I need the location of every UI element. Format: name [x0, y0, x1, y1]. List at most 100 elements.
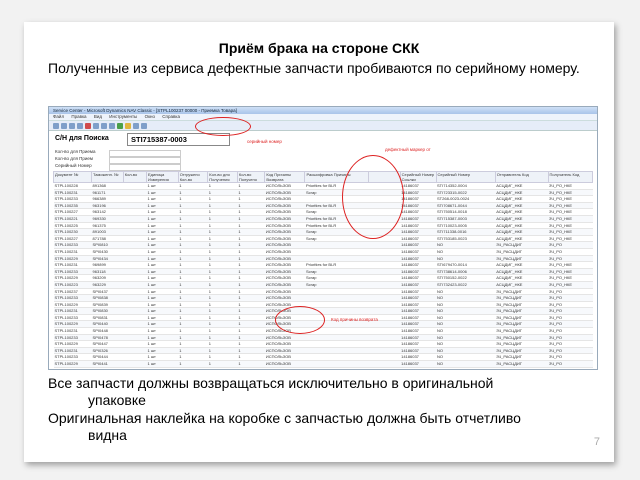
search-row: С/Н для Поиска STI715387-0003 серийный н… [49, 131, 597, 149]
table-row[interactable]: STPL100229 SPI0434 1 шт 1 1 1 ИСПОЛЬЗОВ 1418603… [53, 255, 593, 263]
table-cell: Scrap [304, 268, 369, 276]
column-header[interactable]: Отгружено Кол-во [177, 171, 209, 183]
sort-icon[interactable] [133, 122, 139, 129]
column-header[interactable]: Код Причины Возврата [264, 171, 306, 183]
table-cell [123, 288, 147, 296]
table-cell: NO [436, 367, 496, 369]
table-row[interactable]: STPL100229 963209 1 шт 1 1 1 ИСПОЛЬЗОВ Scrap 141… [53, 274, 593, 282]
column-header[interactable]: Кол-во для Получения [207, 171, 238, 183]
menu-tools[interactable]: Инструменты [109, 114, 137, 119]
table-row[interactable]: STPL100231 SPI0326 1 шт 1 1 1 ИСПОЛЬЗОВ 1418603… [53, 347, 593, 355]
table-row[interactable]: STPL100228 891368 1 шт 1 1 1 ИСПОЛЬЗОВ Prioriti… [53, 182, 593, 190]
table-row[interactable]: STPL100225 961375 1 шт 1 1 1 ИСПОЛЬЗОВ Prioriti… [53, 222, 593, 230]
table-cell: 1 шт [146, 241, 179, 249]
menu-window[interactable]: Окно [145, 114, 155, 119]
open-icon[interactable] [61, 122, 67, 129]
table-cell: 1 шт [146, 334, 179, 342]
paste-icon[interactable] [109, 122, 115, 129]
table-cell: 1 [178, 281, 208, 289]
column-header[interactable]: Кол-во [122, 171, 148, 183]
form-label: Кол-во для Прием [55, 156, 94, 161]
table-row[interactable]: STPL100233 SPI0478 1 шт 1 1 1 ИСПОЛЬЗОВ 1418603… [53, 334, 593, 342]
table-row[interactable]: STPL100233 963118 1 шт 1 1 1 ИСПОЛЬЗОВ Scrap 141… [53, 268, 593, 276]
column-header[interactable]: Отправитель Код [494, 171, 549, 183]
table-cell: ЗЧ_РО [548, 294, 593, 302]
table-row[interactable]: STPL100233 SPI0810 1 шт 1 1 1 ИСПОЛЬЗОВ 1418603… [53, 241, 593, 249]
receipt-grid: Документ № Таможенн. № Кол-во Единица Измер… [52, 171, 594, 369]
table-row[interactable]: STPL100237 SPI0437 1 шт 1 1 1 ИСПОЛЬЗОВ 1418603… [53, 288, 593, 296]
table-cell: SPI0437 [91, 288, 124, 296]
table-row[interactable]: STPL100227 963142 1 шт 1 1 1 ИСПОЛЬЗОВ Scrap 141… [53, 208, 593, 216]
menu-edit[interactable]: Правка [71, 114, 86, 119]
table-cell: ЗЧ_РАСЦДИГ [495, 347, 549, 355]
column-header[interactable]: Получатель Код [547, 171, 594, 183]
table-row[interactable]: STPL100233 SPI0444 1 шт 1 1 1 ИСПОЛЬЗОВ 1418603… [53, 353, 593, 362]
table-cell: STPL100231 [53, 261, 92, 269]
table-cell [368, 255, 401, 263]
column-header[interactable]: Серийный Номер Ссылки [399, 171, 437, 183]
table-cell [123, 367, 147, 369]
column-header[interactable]: Документ № [52, 171, 93, 183]
table-cell: NO [436, 307, 496, 315]
table-row[interactable]: STPL100230 891003 1 шт 1 1 1 ИСПОЛЬЗОВ Scrap 141… [53, 228, 593, 236]
column-header[interactable]: Кол-во Получено [236, 171, 266, 183]
table-row[interactable]: STPL100229 SPI0839 1 шт 1 1 1 ИСПОЛЬЗОВ 1418603… [53, 301, 593, 309]
table-cell: STPL100231 [53, 307, 92, 315]
cut-icon[interactable] [93, 122, 99, 129]
slide-title: Приём брака на стороне СКК [218, 40, 420, 56]
table-row[interactable]: STPL100231SPI07171 шт111ИСПОЛЬЗОВ1418603… [53, 367, 593, 369]
table-row[interactable]: STPL100231 SPI0830 1 шт 1 1 1 ИСПОЛЬЗОВ 1418603… [53, 307, 593, 315]
table-cell: 1 [237, 360, 265, 368]
table-row[interactable]: STPL100231 SPI0430 1 шт 1 1 1 ИСПОЛЬЗОВ 1418603… [53, 248, 593, 256]
table-cell: 1 [178, 215, 208, 223]
table-cell: 963196 [91, 202, 124, 210]
menu-view[interactable]: Вид [94, 114, 102, 119]
table-cell: STPL100233 [53, 268, 92, 276]
table-cell: 1 [237, 334, 265, 342]
table-cell: ЗЧ_РО [548, 340, 593, 348]
table-cell [368, 268, 401, 276]
table-row[interactable]: STPL100229 SPI0441 1 шт 1 1 1 ИСПОЛЬЗОВ 1418603… [53, 360, 593, 368]
menu-file[interactable]: Файл [53, 114, 64, 119]
table-row[interactable]: STPL100221 969330 1 шт 1 1 1 ИСПОЛЬЗОВ Prioriti… [53, 215, 593, 223]
find-icon[interactable] [125, 122, 131, 129]
filter-icon[interactable] [117, 122, 123, 129]
table-row[interactable]: STPL100233 966389 1 шт 1 1 1 ИСПОЛЬЗОВ 14186037… [53, 195, 593, 203]
table-cell [304, 301, 369, 309]
print-icon[interactable] [77, 122, 83, 129]
delete-icon[interactable] [85, 122, 91, 129]
new-icon[interactable] [53, 122, 59, 129]
table-cell: 1 шт [146, 301, 179, 309]
column-header[interactable]: Таможенн. № [91, 171, 124, 183]
table-row[interactable]: STPL100229 SPI0447 1 шт 1 1 1 ИСПОЛЬЗОВ 1418603… [53, 340, 593, 348]
table-row[interactable]: STPL100231 SPI0448 1 шт 1 1 1 ИСПОЛЬЗОВ 1418603… [53, 327, 593, 335]
table-row[interactable]: STPL100231 961171 1 шт 1 1 1 ИСПОЛЬЗОВ Scrap 141… [53, 189, 593, 197]
table-cell [368, 274, 401, 282]
table-cell: STPL100227 [53, 235, 92, 243]
table-cell: ЗЧ_РО [548, 334, 593, 342]
save-icon[interactable] [69, 122, 75, 129]
table-row[interactable]: STPL100233 SPI0838 1 шт 1 1 1 ИСПОЛЬЗОВ 1418603… [53, 294, 593, 302]
table-cell: 1 [178, 235, 208, 243]
table-cell [368, 367, 401, 369]
table-cell: 1 [207, 215, 238, 223]
table-row[interactable]: STPL100227 871788 1 шт 1 1 1 ИСПОЛЬЗОВ Scrap 141… [53, 235, 593, 243]
table-cell [304, 347, 369, 355]
table-cell: 1 [237, 202, 265, 210]
table-row[interactable]: STPL100231 969899 1 шт 1 1 1 ИСПОЛЬЗОВ Prioriti… [53, 261, 593, 269]
copy-icon[interactable] [101, 122, 107, 129]
column-header[interactable]: Серийный Номер [435, 171, 496, 183]
table-cell: 1 [207, 294, 238, 302]
table-cell: STPL100229 [53, 255, 92, 263]
table-cell [368, 340, 401, 348]
table-row[interactable]: STPL100223 963229 1 шт 1 1 1 ИСПОЛЬЗОВ Scrap 141… [53, 281, 593, 289]
column-header[interactable]: Единица Измерения [146, 171, 179, 183]
menu-help[interactable]: Справка [162, 114, 180, 119]
table-cell: ИСПОЛЬЗОВ [264, 294, 305, 302]
table-cell: STPL100233 [53, 241, 92, 249]
help-icon[interactable] [141, 122, 147, 129]
table-row[interactable]: STPL100235 963196 1 шт 1 1 1 ИСПОЛЬЗОВ Prioriti… [53, 202, 593, 210]
table-cell: STPL100227 [53, 208, 92, 216]
table-cell: ИСПОЛЬЗОВ [264, 340, 305, 348]
table-cell [123, 274, 147, 282]
